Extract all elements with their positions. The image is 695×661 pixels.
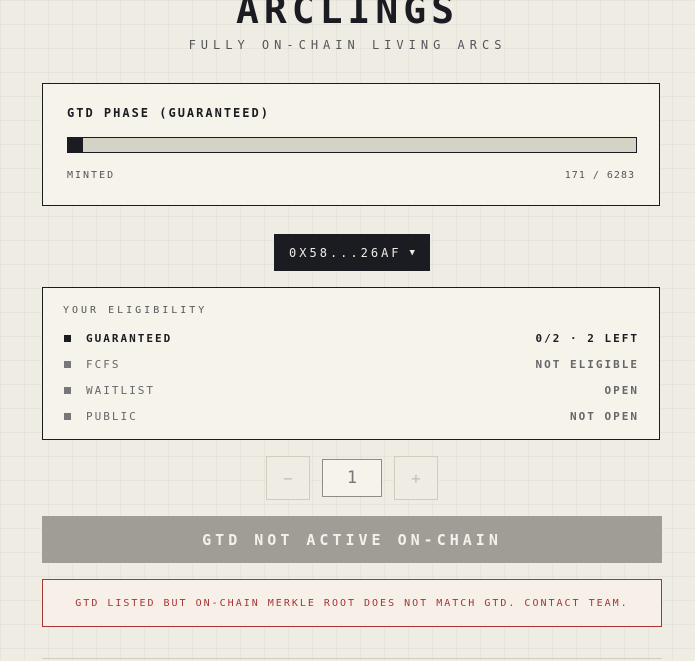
square-bullet-icon: [64, 335, 71, 342]
eligibility-row-guaranteed: GUARANTEED 0/2 · 2 LEFT: [63, 332, 639, 346]
error-message: GTD LISTED BUT ON-CHAIN MERKLE ROOT DOES…: [42, 579, 662, 627]
eligibility-phase-name: FCFS: [86, 358, 121, 371]
eligibility-panel: YOUR ELIGIBILITY GUARANTEED 0/2 · 2 LEFT…: [42, 287, 660, 440]
page-title: ARCLINGS: [235, 0, 460, 32]
divider: [42, 658, 662, 659]
minted-label: MINTED: [67, 170, 116, 181]
eligibility-title: YOUR ELIGIBILITY: [63, 305, 208, 316]
eligibility-phase-status: OPEN: [604, 384, 639, 397]
mint-progress-bar: [67, 137, 637, 153]
eligibility-phase-status: 0/2 · 2 LEFT: [535, 332, 639, 345]
increase-quantity-button[interactable]: +: [394, 456, 438, 500]
eligibility-phase-name: GUARANTEED: [86, 332, 173, 345]
decrease-quantity-button[interactable]: −: [266, 456, 310, 500]
eligibility-row-waitlist: WAITLIST OPEN: [63, 384, 639, 398]
eligibility-row-public: PUBLIC NOT OPEN: [63, 410, 639, 424]
eligibility-phase-status: NOT ELIGIBLE: [535, 358, 639, 371]
chevron-down-icon: ▼: [409, 247, 415, 258]
page-subtitle: FULLY ON-CHAIN LIVING ARCS: [188, 38, 507, 52]
square-bullet-icon: [64, 413, 71, 420]
mint-progress-fill: [68, 138, 84, 152]
phase-panel: GTD PHASE (GUARANTEED) MINTED 171 / 6283: [42, 83, 660, 206]
eligibility-phase-status: NOT OPEN: [570, 410, 639, 423]
eligibility-phase-name: WAITLIST: [86, 384, 155, 397]
phase-title: GTD PHASE (GUARANTEED): [67, 106, 270, 120]
square-bullet-icon: [64, 387, 71, 394]
eligibility-row-fcfs: FCFS NOT ELIGIBLE: [63, 358, 639, 372]
eligibility-phase-name: PUBLIC: [86, 410, 138, 423]
mint-button[interactable]: GTD NOT ACTIVE ON-CHAIN: [42, 516, 662, 563]
minted-count: 171 / 6283: [564, 170, 635, 181]
square-bullet-icon: [64, 361, 71, 368]
quantity-input[interactable]: [322, 459, 382, 497]
wallet-button[interactable]: 0X58...26AF ▼: [274, 234, 430, 271]
wallet-address: 0X58...26AF: [289, 245, 402, 260]
